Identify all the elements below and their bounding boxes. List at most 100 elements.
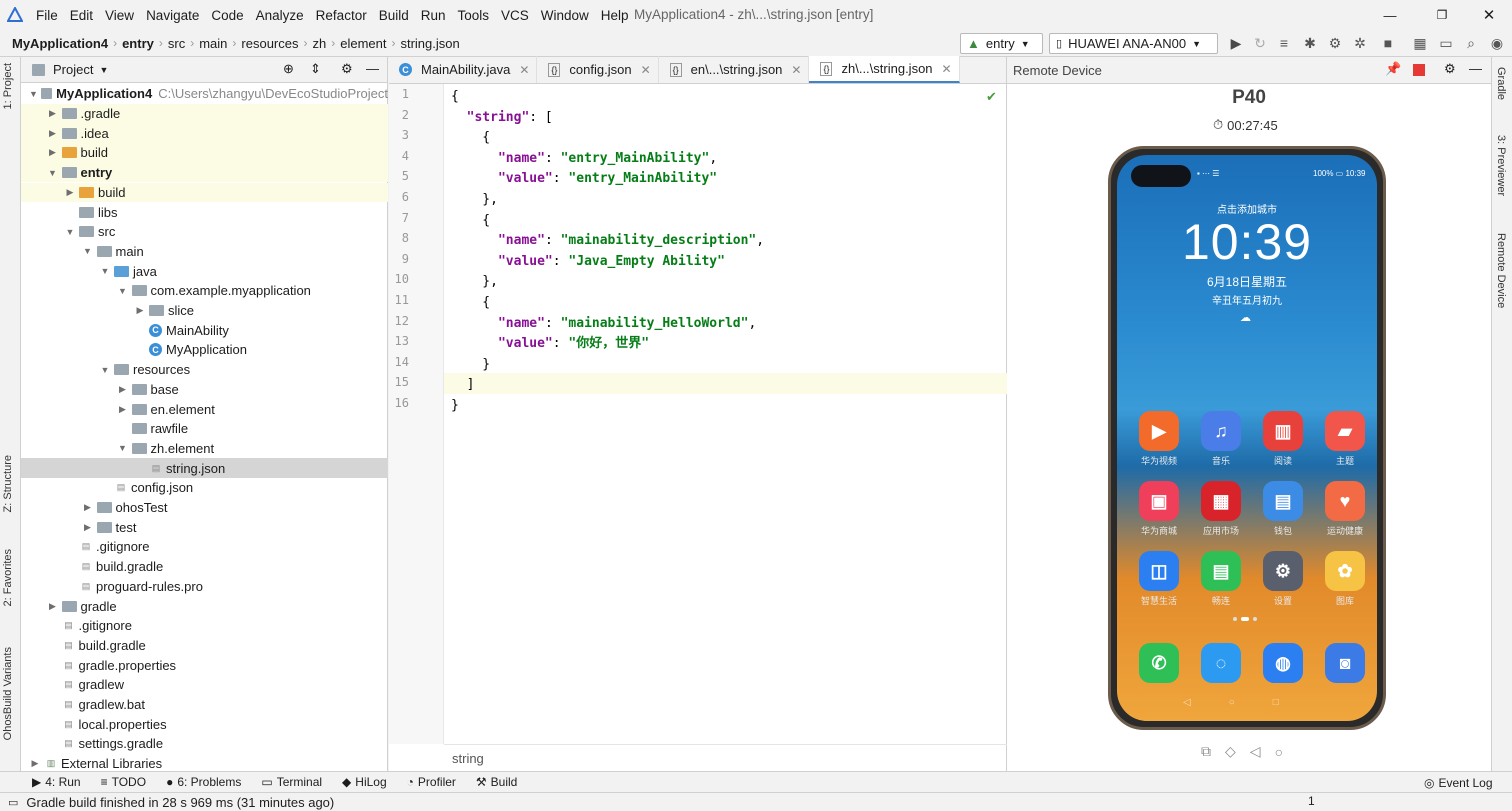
profile-icon[interactable]: ⚙ [1325, 33, 1345, 53]
tree-item[interactable]: ▤ .gitignore [21, 537, 388, 557]
status-panel-icon[interactable]: ▭ [8, 796, 18, 809]
home-icon[interactable]: ○ [1275, 744, 1283, 760]
app-icon[interactable]: ⚙ [1263, 551, 1303, 591]
tree-item[interactable]: ▶ build [21, 143, 388, 163]
code-line[interactable]: { [451, 128, 490, 149]
breadcrumb-resources[interactable]: resources [239, 36, 300, 51]
tree-item[interactable]: ▶ test [21, 517, 388, 537]
screenshot-icon[interactable]: ⧉ [1201, 743, 1211, 760]
code-line[interactable]: "name": "mainability_description", [451, 231, 764, 252]
tree-item[interactable]: ▼ zh.element [21, 439, 388, 459]
toolwindow-build[interactable]: ⚒ Build [466, 772, 527, 793]
code-line[interactable]: { [451, 87, 459, 108]
tab-structure[interactable]: Z: Structure [2, 455, 14, 512]
breadcrumb-element[interactable]: element [338, 36, 388, 51]
rotate-icon[interactable]: ◇ [1225, 743, 1236, 760]
dock-app-icon[interactable]: ✆ [1139, 643, 1179, 683]
tree-item[interactable]: ▼ src [21, 222, 388, 242]
toolwindow-event-log[interactable]: ◎ Event Log [1414, 772, 1503, 793]
sdk-manager-icon[interactable]: ◉ [1487, 33, 1507, 53]
code-line[interactable]: }, [451, 190, 498, 211]
close-icon[interactable]: ✕ [942, 62, 952, 76]
debug-icon[interactable]: ✱ [1300, 33, 1320, 53]
hide-panel-icon[interactable]: — [1469, 61, 1482, 76]
chevron-down-icon[interactable]: ▼ [117, 443, 129, 453]
chevron-right-icon[interactable]: ▶ [117, 384, 129, 395]
tree-item[interactable]: C MyApplication [21, 340, 388, 360]
tree-item[interactable]: rawfile [21, 419, 388, 439]
app-icon[interactable]: ▶ [1139, 411, 1179, 451]
app-icon[interactable]: ▰ [1325, 411, 1365, 451]
gear-icon[interactable]: ⚙ [1444, 61, 1456, 77]
breadcrumb-zh[interactable]: zh [310, 36, 328, 51]
chevron-right-icon[interactable]: ▶ [117, 404, 129, 415]
chevron-down-icon[interactable]: ▼ [117, 286, 129, 296]
tree-item[interactable]: ▼ entry [21, 162, 388, 183]
tree-item[interactable]: ▤ .gitignore [21, 616, 388, 636]
toolwindow-hilog[interactable]: ◆ HiLog [332, 772, 397, 793]
chevron-down-icon[interactable]: ▼ [99, 266, 111, 276]
chevron-down-icon[interactable]: ▼ [64, 227, 76, 237]
tab-en-string-json[interactable]: {} en\...\string.json ✕ [659, 56, 810, 83]
toolwindow-todo[interactable]: ≡ TODO [91, 772, 156, 793]
menu-tools[interactable]: Tools [452, 0, 496, 30]
pin-icon[interactable]: 📌 [1385, 61, 1401, 77]
collapse-all-icon[interactable]: ⇕ [310, 61, 321, 77]
project-structure-icon[interactable]: ▦ [1410, 33, 1430, 53]
chevron-right-icon[interactable]: ▶ [82, 522, 94, 533]
app-icon[interactable]: ▣ [1139, 481, 1179, 521]
tab-gradle[interactable]: Gradle [1495, 67, 1507, 100]
code-line[interactable]: "name": "mainability_HelloWorld", [451, 314, 756, 335]
stop-device-icon[interactable] [1413, 64, 1425, 76]
breadcrumb-file[interactable]: string.json [398, 36, 461, 51]
status-message[interactable]: Gradle build finished in 28 s 969 ms (31… [26, 795, 334, 810]
app-icon[interactable]: ♫ [1201, 411, 1241, 451]
tree-item[interactable]: ▤ local.properties [21, 714, 388, 734]
back-icon[interactable]: ◁ [1250, 743, 1261, 760]
menu-refactor[interactable]: Refactor [310, 0, 373, 30]
tree-item[interactable]: ▶ en.element [21, 399, 388, 419]
tree-item[interactable]: ▼ resources [21, 360, 388, 380]
tree-item[interactable]: ▶ base [21, 380, 388, 400]
code-line[interactable]: }, [451, 272, 498, 293]
tab-remote-device[interactable]: Remote Device [1495, 233, 1507, 308]
breadcrumb-src[interactable]: src [166, 36, 187, 51]
editor-breadcrumb-label[interactable]: string [452, 751, 484, 766]
dock-app-icon[interactable]: ◍ [1263, 643, 1303, 683]
menu-run[interactable]: Run [415, 0, 452, 30]
device-selector[interactable]: ▯ HUAWEI ANA-AN00 ▼ [1049, 33, 1218, 54]
menu-help[interactable]: Help [595, 0, 635, 30]
chevron-right-icon[interactable]: ▶ [47, 108, 59, 119]
tree-item[interactable]: ▶ .gradle [21, 103, 388, 124]
breadcrumb-main[interactable]: main [197, 36, 229, 51]
tree-item[interactable]: ▤ gradlew.bat [21, 695, 388, 715]
code-line[interactable]: "value": "你好，世界" [451, 334, 649, 355]
caret-position[interactable]: 1 [1308, 794, 1315, 808]
device-manager-icon[interactable]: ▭ [1436, 33, 1456, 53]
code-line[interactable]: ] [451, 375, 475, 396]
code-line[interactable]: } [451, 355, 490, 376]
app-icon[interactable]: ✿ [1325, 551, 1365, 591]
app-icon[interactable]: ♥ [1325, 481, 1365, 521]
back-icon[interactable]: ◁ [1183, 697, 1191, 708]
phone-screen[interactable]: ▪ ⋯ ☰ 100% ▭ 10:39 点击添加城市 10:39 6月18日星期五… [1117, 155, 1377, 721]
code-line[interactable]: "value": "Java_Empty Ability" [451, 252, 725, 273]
gear-icon[interactable]: ⚙ [341, 61, 353, 77]
tree-item[interactable]: ▤ gradlew [21, 675, 388, 695]
project-view-label[interactable]: Project [53, 62, 93, 77]
menu-analyze[interactable]: Analyze [250, 0, 310, 30]
tree-item[interactable]: ▤ build.gradle [21, 636, 388, 656]
minimize-icon[interactable]: — [1380, 5, 1400, 25]
tab-config-json[interactable]: {} config.json ✕ [537, 56, 659, 83]
tab-mainability-java[interactable]: C MainAbility.java ✕ [389, 56, 538, 83]
chevron-down-icon[interactable]: ▼ [99, 65, 108, 75]
coverage-icon[interactable]: ≡ [1274, 33, 1294, 53]
chevron-down-icon[interactable]: ▼ [47, 168, 59, 178]
app-icon[interactable]: ▤ [1263, 481, 1303, 521]
tree-item[interactable]: ▼ com.example.myapplication [21, 281, 388, 301]
chevron-right-icon[interactable]: ▶ [64, 187, 76, 198]
chevron-right-icon[interactable]: ▶ [29, 758, 41, 769]
tree-item[interactable]: ▶ ohosTest [21, 498, 388, 518]
chevron-right-icon[interactable]: ▶ [82, 502, 94, 513]
menu-window[interactable]: Window [535, 0, 595, 30]
